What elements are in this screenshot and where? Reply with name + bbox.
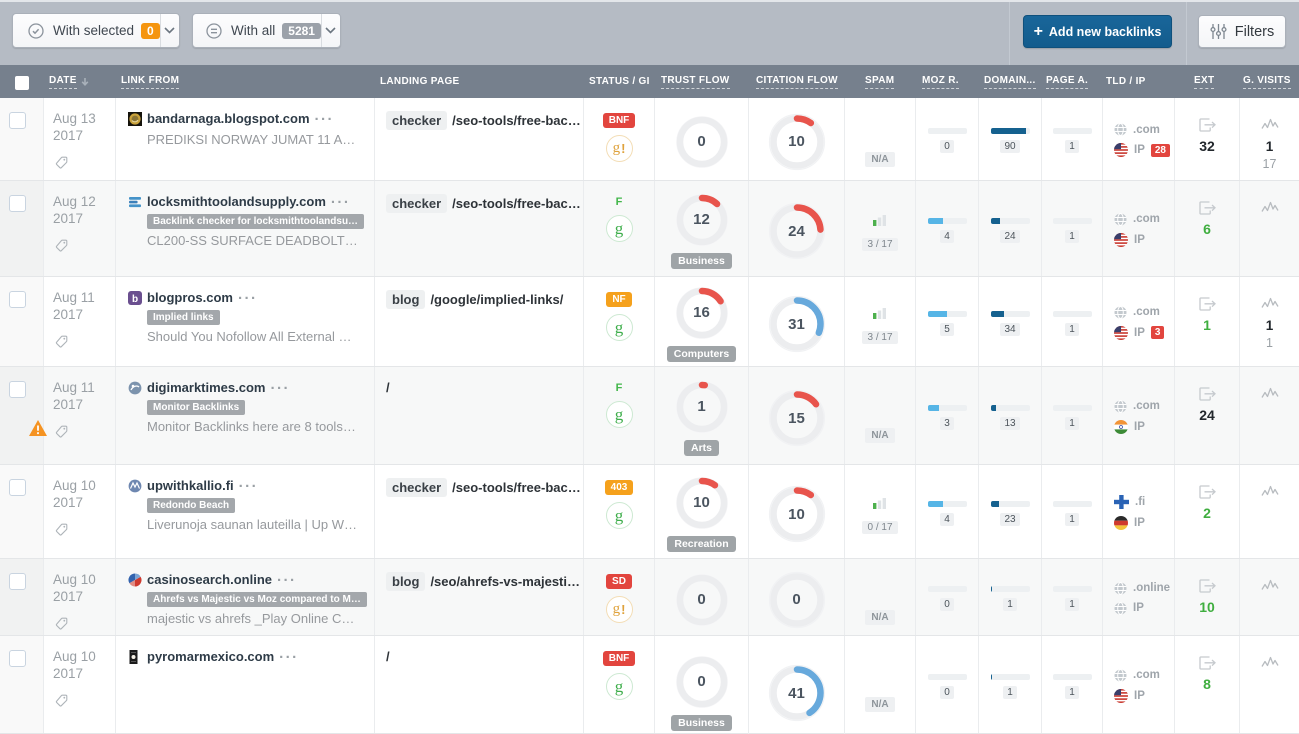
svg-text:b: b (132, 294, 138, 305)
